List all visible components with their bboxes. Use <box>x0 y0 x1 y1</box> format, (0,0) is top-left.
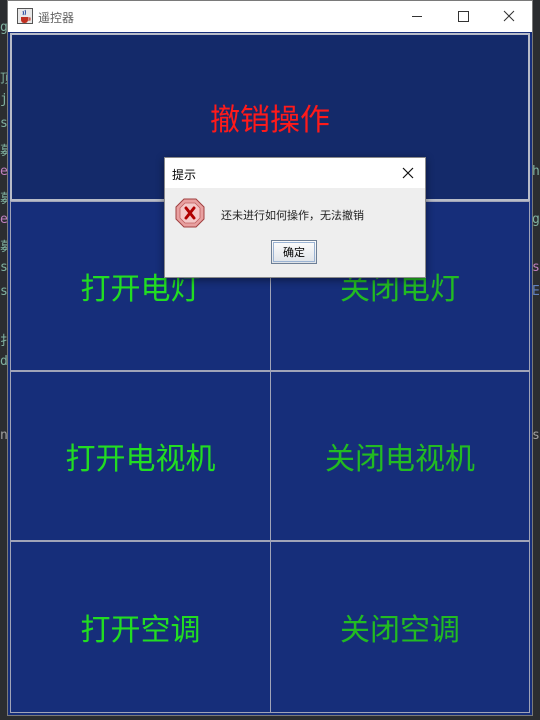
close-icon <box>402 167 414 179</box>
undo-button-label: 撤销操作 <box>210 103 330 138</box>
dialog-titlebar[interactable]: 提示 <box>165 158 425 188</box>
ac-off-label: 关闭空调 <box>340 613 460 648</box>
window-title: 遥控器 <box>38 11 75 25</box>
dialog-title: 提示 <box>172 168 197 182</box>
error-icon <box>175 198 205 228</box>
tv-on-button[interactable]: 打开电视机 <box>10 371 271 541</box>
remote-control-window: 遥控器 撤销操作 打开电灯 关闭电灯 打开电视机 关闭电视机 打开空调 关闭空调 <box>7 0 533 716</box>
minimize-icon <box>412 16 422 17</box>
maximize-icon <box>458 11 469 22</box>
tv-off-button[interactable]: 关闭电视机 <box>270 371 530 541</box>
message-dialog: 提示 还未进行如何操作，无法撤销 确定 <box>164 157 426 278</box>
remote-panel: 撤销操作 打开电灯 关闭电灯 打开电视机 关闭电视机 打开空调 关闭空调 <box>8 32 532 715</box>
close-icon <box>503 10 515 22</box>
ok-button[interactable]: 确定 <box>271 240 317 264</box>
close-button[interactable] <box>486 1 532 32</box>
ac-off-button[interactable]: 关闭空调 <box>270 541 530 713</box>
dialog-close-button[interactable] <box>399 164 417 182</box>
java-cup-icon <box>17 8 33 24</box>
ac-on-button[interactable]: 打开空调 <box>10 541 271 713</box>
tv-off-label: 关闭电视机 <box>325 442 475 477</box>
dialog-message: 还未进行如何操作，无法撤销 <box>221 209 364 222</box>
tv-on-label: 打开电视机 <box>65 442 216 477</box>
minimize-button[interactable] <box>394 1 440 32</box>
window-titlebar[interactable]: 遥控器 <box>8 1 532 32</box>
maximize-button[interactable] <box>440 1 486 32</box>
ac-on-label: 打开空调 <box>80 613 201 648</box>
